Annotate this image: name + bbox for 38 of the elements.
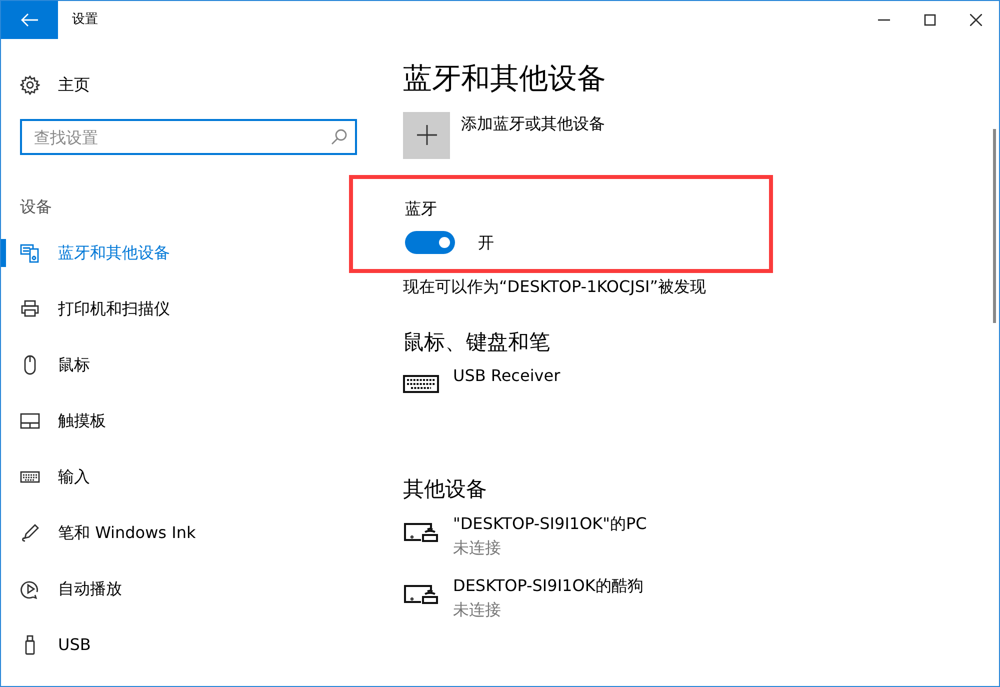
maximize-icon <box>924 14 936 26</box>
touchpad-icon <box>20 411 40 431</box>
scrollbar[interactable] <box>993 129 996 323</box>
device-item[interactable]: DESKTOP-SI9I1OK的酷狗 未连接 <box>403 576 999 620</box>
page-title: 蓝牙和其他设备 <box>403 61 607 96</box>
bluetooth-devices-icon <box>20 243 40 263</box>
close-icon <box>970 14 982 26</box>
gear-icon <box>20 75 40 95</box>
toggle-state: 开 <box>478 232 494 254</box>
add-device-button[interactable] <box>403 112 450 159</box>
section-heading: 鼠标、键盘和笔 <box>403 328 551 356</box>
sidebar-item[interactable]: 笔和 Windows Ink <box>1 505 381 561</box>
discoverable-text: 现在可以作为“DESKTOP-1KOCJSI”被发现 <box>403 276 708 298</box>
search-field[interactable]: 查找设置 <box>20 119 357 155</box>
back-button[interactable] <box>1 1 58 39</box>
add-device-label[interactable]: 添加蓝牙或其他设备 <box>461 112 605 159</box>
device-item[interactable]: "DESKTOP-SI9I1OK"的PC 未连接 <box>403 514 999 558</box>
toggle-label: 蓝牙 <box>405 198 438 220</box>
sidebar-item[interactable]: 触摸板 <box>1 393 381 449</box>
sidebar-item[interactable]: 自动播放 <box>1 561 381 617</box>
sidebar-item[interactable]: 鼠标 <box>1 337 381 393</box>
selection-indicator <box>1 239 6 267</box>
play-circle-icon <box>20 579 40 599</box>
sidebar-item[interactable]: USB <box>1 617 381 673</box>
pen-icon <box>20 523 40 543</box>
printer-icon <box>20 299 40 319</box>
device-item[interactable]: USB Receiver <box>403 366 999 396</box>
search-icon <box>331 129 347 145</box>
bluetooth-toggle[interactable] <box>405 231 455 254</box>
sidebar-item[interactable]: 输入 <box>1 449 381 505</box>
section-heading: 其他设备 <box>403 476 488 504</box>
section-heading: 设备 <box>19 196 53 218</box>
home-link[interactable]: 主页 <box>58 73 90 97</box>
sidebar-item[interactable]: 蓝牙和其他设备 <box>1 225 381 281</box>
window-title: 设置 <box>72 11 98 30</box>
plus-icon <box>416 125 436 146</box>
back-arrow-icon <box>20 13 38 27</box>
sidebar-item[interactable]: 打印机和扫描仪 <box>1 281 381 337</box>
